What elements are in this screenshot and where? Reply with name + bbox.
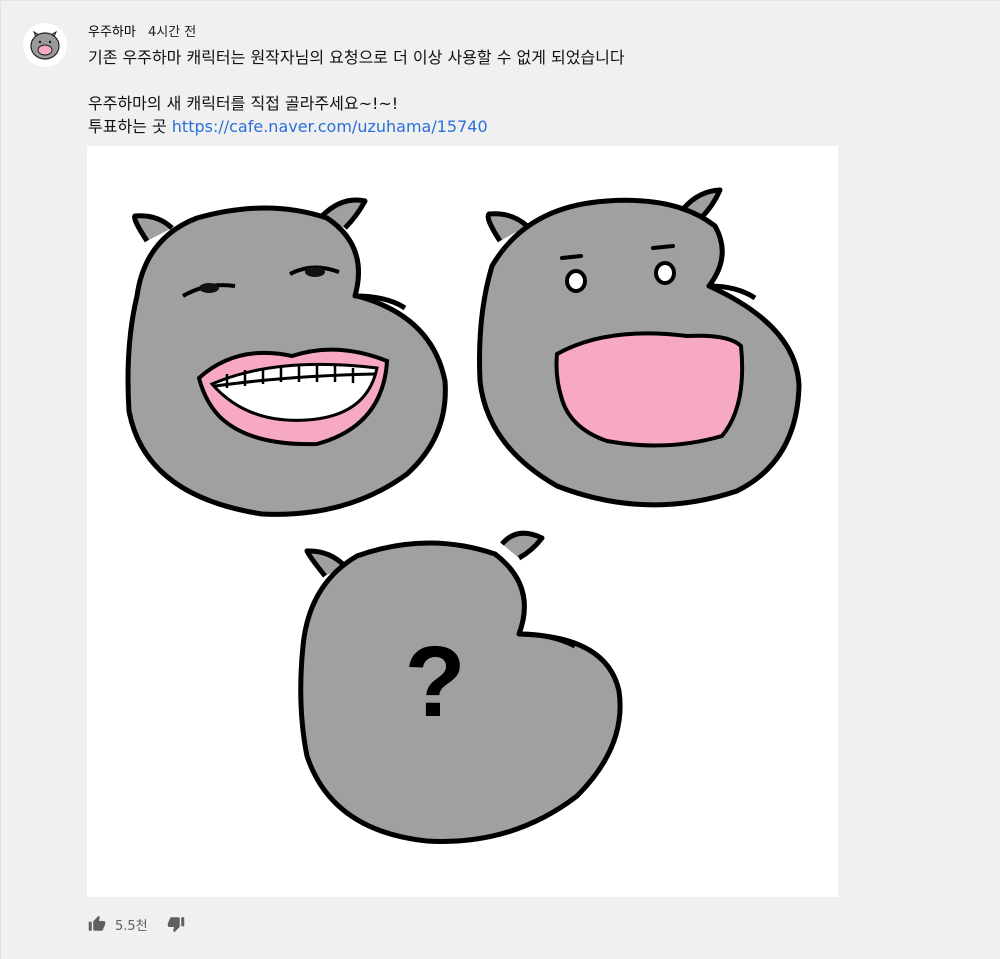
thumbs-up-icon [88, 915, 106, 931]
hippo-smile-character [125, 197, 448, 517]
thumbs-down-icon [167, 917, 184, 933]
post-image[interactable]: ? [87, 146, 838, 897]
vote-link[interactable]: https://cafe.naver.com/uzuhama/15740 [172, 117, 488, 136]
like-count: 5.5천 [115, 918, 148, 934]
channel-avatar[interactable] [23, 23, 67, 67]
post-text-line: 우주하마의 새 캐릭터를 직접 골라주세요~!~! [88, 94, 399, 113]
dislike-button[interactable] [166, 914, 186, 934]
author-name[interactable]: 우주하마 [88, 25, 136, 40]
hippo-avatar-icon [23, 23, 67, 67]
like-button[interactable] [87, 914, 107, 934]
question-mark: ? [404, 626, 465, 738]
vote-prefix: 투표하는 곳 [88, 117, 167, 136]
post-text-line: 기존 우주하마 캐릭터는 원작자님의 요청으로 더 이상 사용할 수 없게 되었… [88, 48, 625, 67]
hippo-characters-illustration: ? [125, 187, 802, 844]
post-text: 기존 우주하마 캐릭터는 원작자님의 요청으로 더 이상 사용할 수 없게 되었… [88, 46, 625, 138]
hippo-mystery-character: ? [298, 530, 623, 844]
community-post: 우주하마 4시간 전 기존 우주하마 캐릭터는 원작자님의 요청으로 더 이상 … [0, 0, 1000, 959]
post-actions: 5.5천 [87, 912, 186, 936]
post-header: 우주하마 4시간 전 [88, 21, 196, 40]
vote-line: 투표하는 곳 https://cafe.naver.com/uzuhama/15… [88, 115, 625, 138]
post-text-blank-line [88, 69, 625, 92]
post-timestamp[interactable]: 4시간 전 [148, 25, 196, 40]
hippo-surprised-character [477, 187, 802, 508]
